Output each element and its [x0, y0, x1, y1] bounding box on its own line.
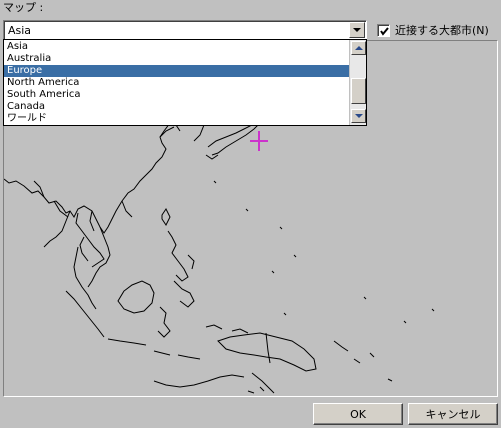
scroll-up-button[interactable] [351, 41, 366, 55]
chevron-down-icon [354, 114, 363, 118]
dropdown-item-north-america[interactable]: North America [4, 77, 350, 89]
scroll-down-button[interactable] [351, 109, 366, 123]
nearby-cities-label: 近接する大都市(N) [395, 24, 489, 37]
chevron-up-icon [354, 46, 363, 50]
dropdown-item-asia[interactable]: Asia [4, 41, 350, 53]
scrollbar-thumb[interactable] [351, 78, 366, 104]
nearby-cities-checkbox[interactable] [377, 23, 390, 37]
map-dialog: マップ : Asia 近接する大都市(N) Asia Australia Eur… [0, 0, 501, 428]
dropdown-item-europe[interactable]: Europe [4, 65, 350, 77]
checkmark-icon [380, 26, 389, 36]
map-combo-box[interactable]: Asia [3, 20, 367, 40]
dropdown-item-world[interactable]: ワールド [4, 113, 350, 125]
dropdown-item-canada[interactable]: Canada [4, 101, 350, 113]
map-label: マップ : [3, 1, 44, 14]
ok-button[interactable]: OK [313, 403, 403, 425]
chevron-down-icon [353, 28, 361, 32]
combo-dropdown-button[interactable] [349, 22, 365, 38]
dropdown-item-south-america[interactable]: South America [4, 89, 350, 101]
nearby-cities-checkbox-group[interactable]: 近接する大都市(N) [377, 22, 489, 38]
dropdown-scrollbar[interactable] [349, 40, 366, 125]
map-dropdown-list: Asia Australia Europe North America Sout… [3, 39, 367, 126]
location-crosshair-icon [250, 131, 268, 151]
dropdown-item-australia[interactable]: Australia [4, 53, 350, 65]
cancel-button[interactable]: キャンセル [408, 403, 498, 425]
combo-value: Asia [8, 24, 32, 37]
